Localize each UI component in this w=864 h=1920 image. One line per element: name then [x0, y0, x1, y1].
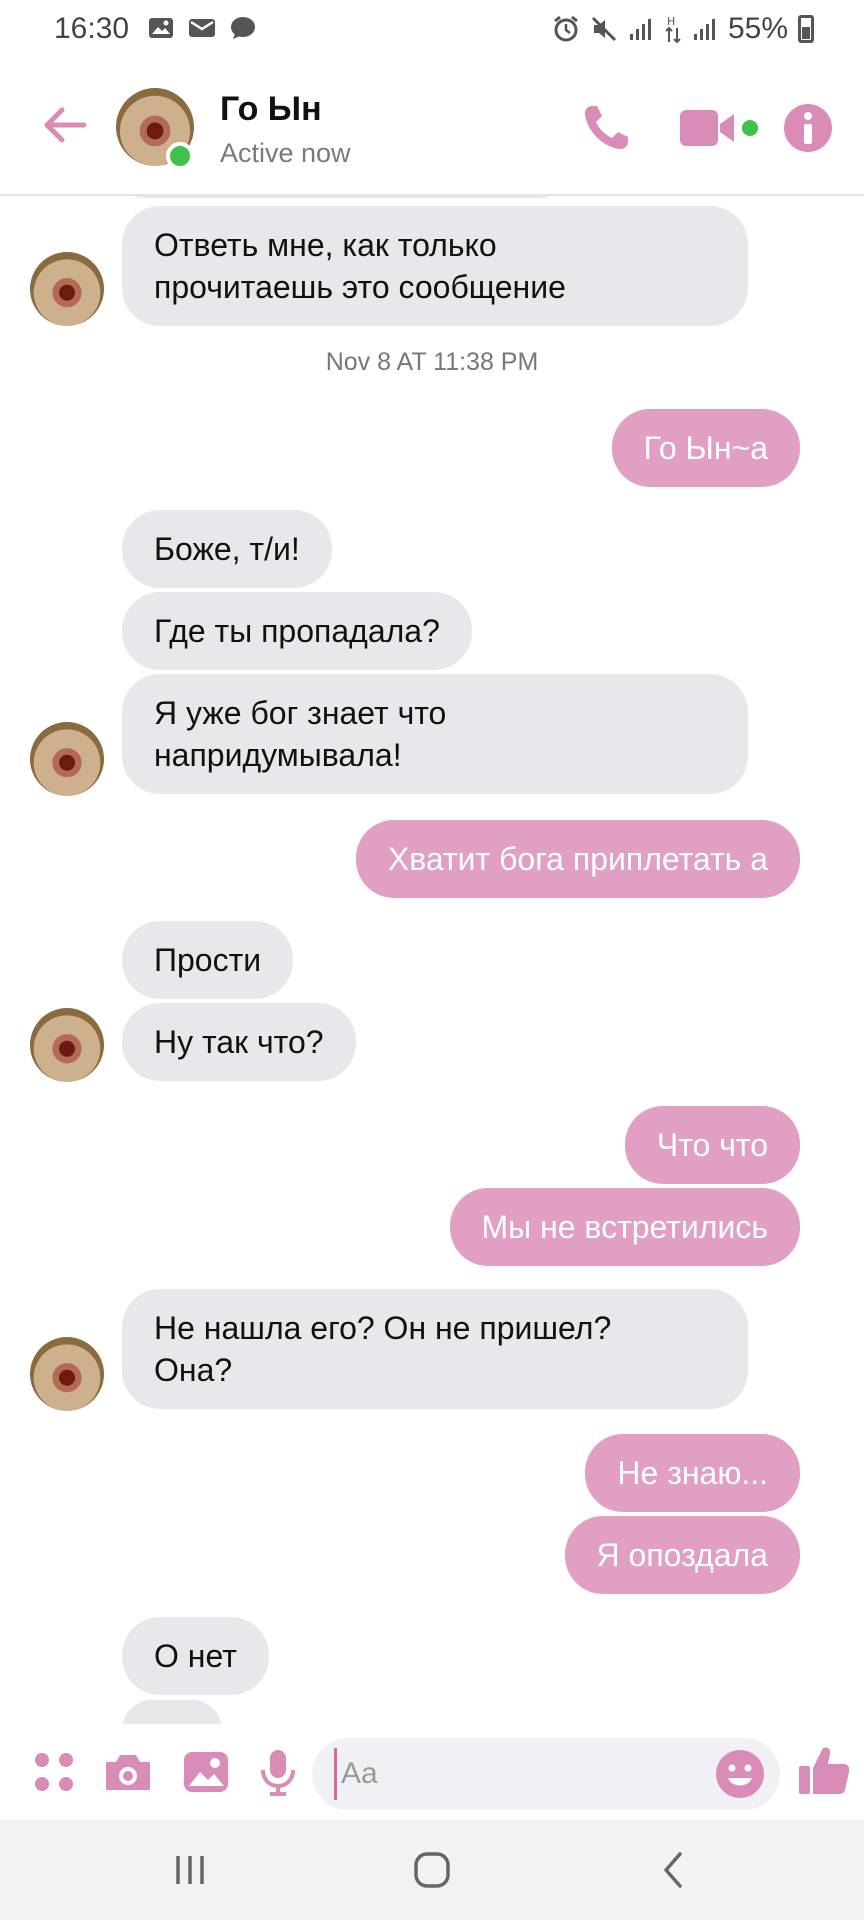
image-icon	[149, 18, 173, 38]
message-bubble-outgoing[interactable]: Не знаю...	[585, 1434, 800, 1512]
gallery-icon[interactable]	[180, 1746, 232, 1798]
thumbs-up-icon[interactable]	[796, 1742, 852, 1798]
battery-percent: 55%	[727, 12, 788, 45]
back-arrow-icon[interactable]	[40, 100, 90, 150]
message-bubble-outgoing[interactable]: Что что	[624, 1106, 800, 1184]
online-indicator	[166, 142, 194, 170]
message-bubble-outgoing[interactable]: Мы не встретились	[449, 1188, 800, 1266]
message-bubble-partial	[122, 196, 562, 198]
contact-name[interactable]: Го Ын	[220, 90, 322, 129]
message-text: Не нашла его? Он не пришел?	[154, 1310, 612, 1346]
video-call-icon[interactable]	[678, 100, 762, 156]
message-text: Она?	[154, 1352, 233, 1388]
message-thread[interactable]: Ответь мне, как только прочитаешь это со…	[0, 196, 864, 1724]
message-composer	[0, 1724, 864, 1820]
microphone-icon[interactable]	[252, 1746, 304, 1798]
mail-icon	[189, 19, 215, 37]
recent-apps-icon[interactable]	[168, 1848, 212, 1892]
chat-header: Го Ын Active now	[0, 60, 864, 196]
message-bubble-incoming[interactable]: Ответь мне, как только прочитаешь это со…	[122, 206, 748, 326]
message-bubble-incoming[interactable]: Ну так что?	[122, 1003, 356, 1081]
camera-icon[interactable]	[102, 1746, 154, 1798]
message-bubble-incoming[interactable]: Где ты пропадала?	[122, 592, 472, 670]
message-timestamp: Nov 8 AT 11:38 PM	[325, 348, 539, 376]
message-bubble-outgoing[interactable]: Хватит бога приплетать а	[355, 820, 800, 898]
message-text: напридумывала!	[154, 737, 402, 773]
message-bubble-incoming[interactable]: Прости	[122, 921, 294, 999]
message-text: Ответь мне, как только	[154, 227, 497, 263]
message-bubble-incoming[interactable]: Боже, т/и!	[122, 510, 332, 588]
emoji-icon[interactable]	[714, 1748, 766, 1800]
signal-icon	[629, 19, 651, 40]
mute-icon	[591, 16, 617, 42]
message-bubble-incoming[interactable]: Я уже бог знает что напридумывала!	[122, 674, 748, 794]
contact-avatar-small[interactable]	[30, 722, 104, 796]
data-icon: H	[665, 15, 681, 44]
contact-avatar-small[interactable]	[30, 1008, 104, 1082]
status-left-icons	[148, 16, 256, 40]
system-navigation-bar	[0, 1820, 864, 1920]
message-text: прочитаешь это сообщение	[154, 269, 566, 305]
message-bubble-incoming[interactable]: О нет	[122, 1617, 269, 1695]
status-right-icons: H 55%	[552, 12, 814, 46]
signal-icon	[693, 19, 715, 40]
apps-grid-icon[interactable]	[28, 1746, 80, 1798]
home-icon[interactable]	[410, 1848, 454, 1892]
message-bubble-incoming[interactable]: Не нашла его? Он не пришел? Она?	[122, 1289, 748, 1409]
svg-text:H: H	[667, 15, 675, 28]
contact-status: Active now	[220, 138, 351, 168]
message-input-container[interactable]	[312, 1738, 780, 1810]
status-bar: 16:30 H 55%	[0, 0, 864, 60]
message-bubble-outgoing[interactable]: Я опоздала	[564, 1516, 800, 1594]
message-bubble-partial	[122, 1700, 222, 1724]
message-bubble-outgoing[interactable]: Го Ын~а	[611, 409, 800, 487]
battery-icon	[798, 15, 814, 43]
back-nav-icon[interactable]	[652, 1848, 696, 1892]
message-text: Я уже бог знает что	[154, 695, 447, 731]
contact-avatar-small[interactable]	[30, 252, 104, 326]
phone-call-icon[interactable]	[578, 100, 634, 156]
status-time: 16:30	[54, 12, 130, 45]
alarm-icon	[554, 15, 578, 42]
message-input[interactable]	[334, 1748, 704, 1800]
info-icon[interactable]	[780, 100, 836, 156]
contact-avatar-small[interactable]	[30, 1337, 104, 1411]
chat-icon	[231, 17, 255, 39]
